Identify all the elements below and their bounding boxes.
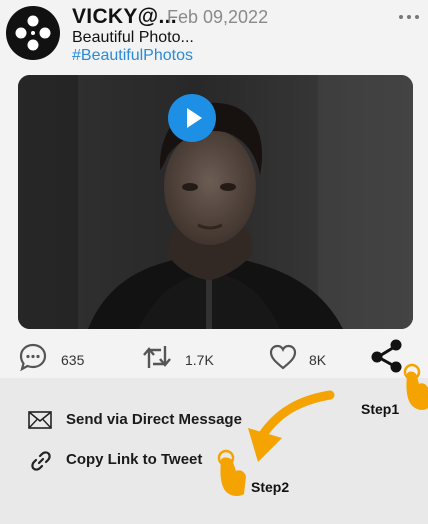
heart-icon[interactable]: [268, 343, 298, 371]
retweet-icon[interactable]: [141, 342, 173, 372]
step1-label: Step1: [361, 401, 400, 417]
hashtag-link[interactable]: #BeautifulPhotos: [72, 47, 193, 65]
comment-icon[interactable]: [18, 342, 48, 372]
share-sheet: Send via Direct Message Copy Link to Twe…: [0, 378, 428, 524]
post-date: Feb 09,2022: [167, 7, 269, 27]
avatar[interactable]: [6, 6, 60, 60]
retweet-count: 1.7K: [185, 352, 214, 368]
send-direct-message-label: Send via Direct Message: [66, 411, 242, 428]
tweet-post: VICKY@... Feb 09,2022 Beautiful Photo...…: [0, 0, 428, 375]
envelope-icon: [28, 411, 52, 429]
more-options-icon[interactable]: [398, 12, 420, 22]
like-count: 8K: [309, 352, 327, 368]
play-icon: [187, 108, 202, 128]
play-button[interactable]: [168, 94, 216, 142]
post-caption: Beautiful Photo...: [72, 29, 194, 46]
action-bar: 635 1.7K 8K: [0, 338, 428, 378]
send-direct-message-option[interactable]: Send via Direct Message: [28, 407, 258, 433]
step2-label: Step2: [251, 479, 290, 495]
copy-link-option[interactable]: Copy Link to Tweet: [28, 447, 218, 473]
comment-count: 635: [61, 352, 85, 368]
share-icon[interactable]: [369, 338, 407, 374]
username[interactable]: VICKY@...: [72, 5, 177, 29]
film-reel-icon: [14, 14, 52, 52]
link-icon: [31, 451, 51, 471]
copy-link-label: Copy Link to Tweet: [66, 451, 203, 468]
